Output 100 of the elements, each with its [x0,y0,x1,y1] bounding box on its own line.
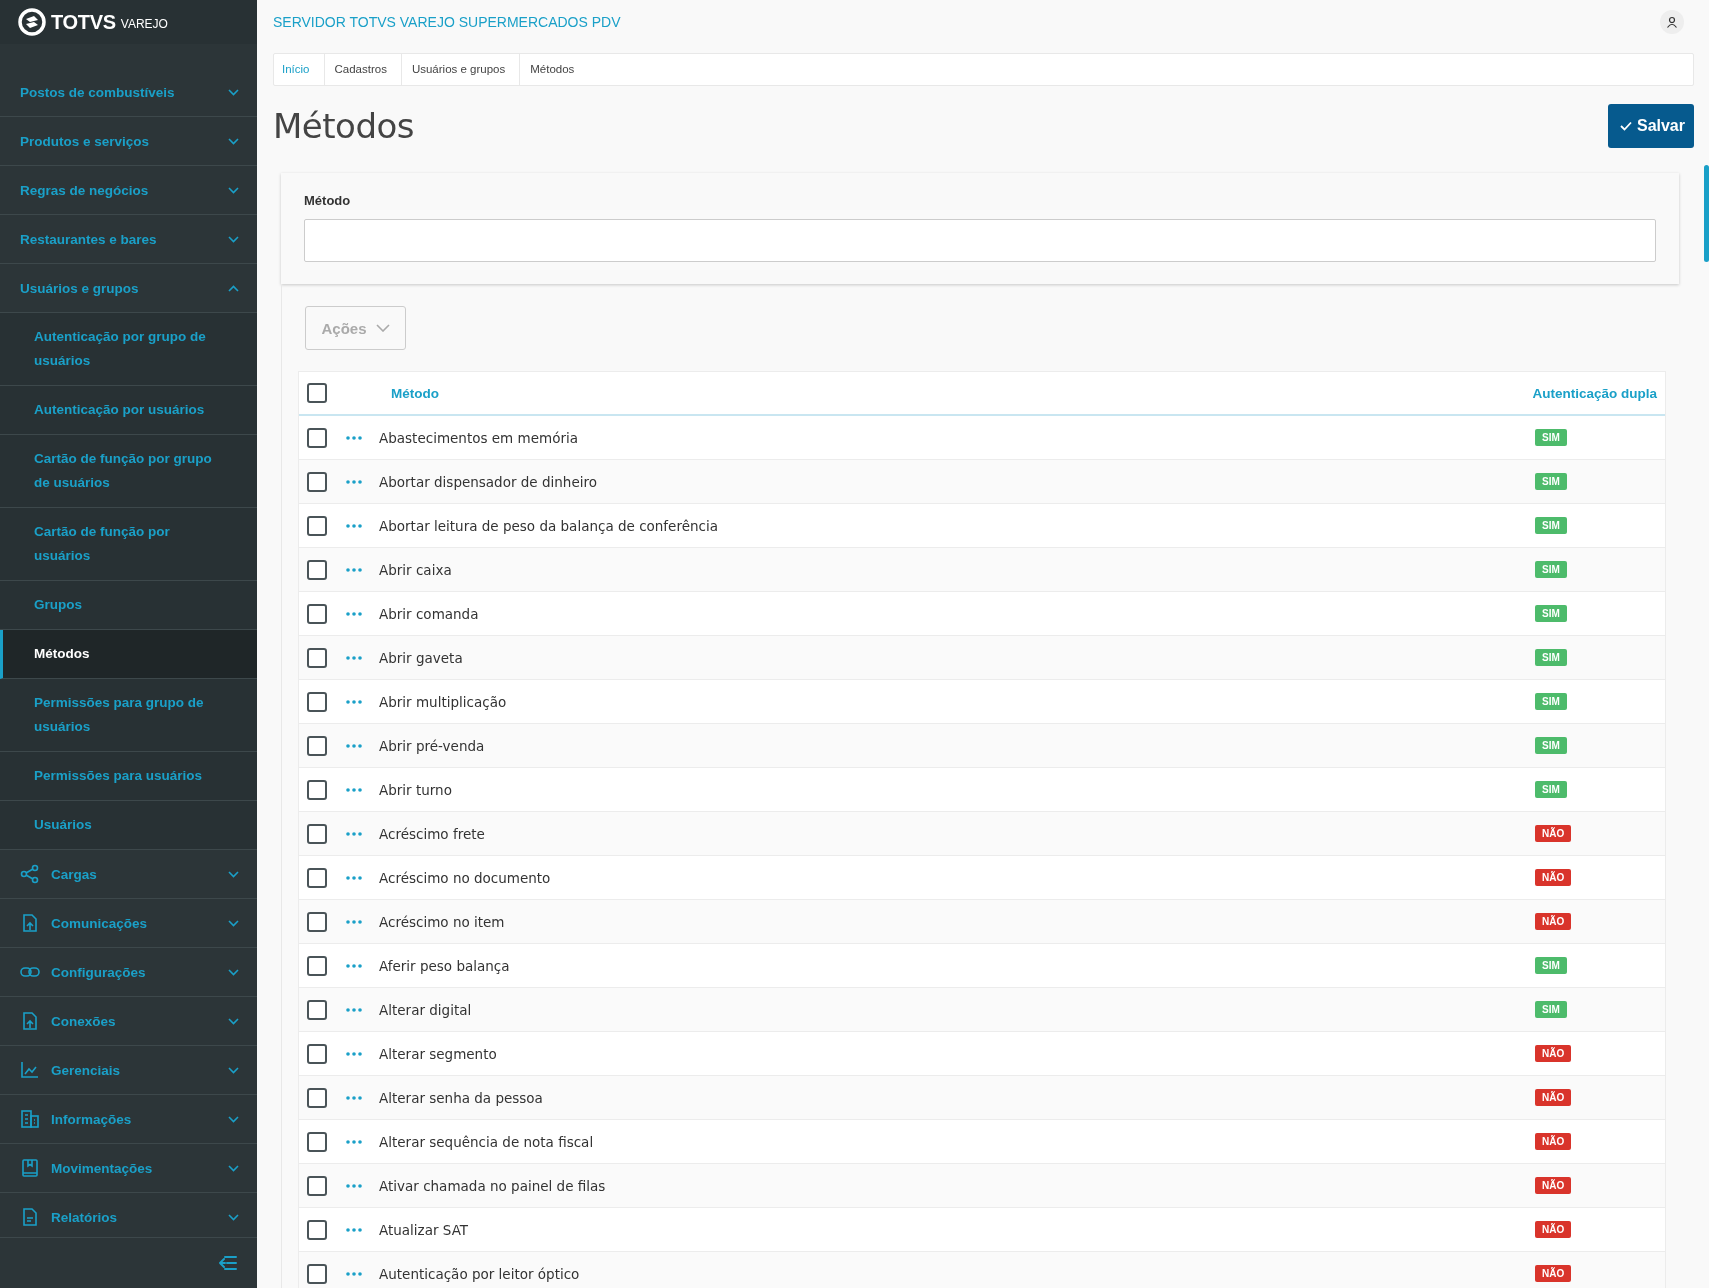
chevron-down-icon [375,324,390,332]
submenu-item[interactable]: Grupos [0,581,257,630]
checkbox[interactable] [307,471,327,492]
menu-item[interactable]: Movimentações [0,1144,257,1193]
menu-item-label: Regras de negócios [20,182,150,198]
more-options-icon[interactable] [346,1183,362,1188]
more-options-icon[interactable] [346,1007,362,1012]
menu-item[interactable]: Comunicações [0,899,257,948]
menu-item[interactable]: Produtos e serviços [0,117,257,166]
checkbox[interactable] [307,955,327,976]
table-cell-text: Acréscimo no documento [379,869,552,886]
status-badge: SIM [1535,1001,1567,1018]
status-badge: SIM [1535,605,1567,622]
chevron-down-icon [228,186,239,194]
menu-item[interactable]: Gerenciais [0,1046,257,1095]
more-options-icon[interactable] [346,963,362,968]
building-icon [20,1109,40,1129]
more-options-icon[interactable] [346,1227,362,1232]
menu-item[interactable]: Postos de combustíveis [0,68,257,117]
chevron-down-icon [228,968,239,976]
checkbox[interactable] [307,1175,327,1196]
submenu-item[interactable]: Autenticação por grupo de usuários [0,313,257,386]
more-options-icon[interactable] [346,831,362,836]
status-badge: NÃO [1535,1133,1572,1150]
more-options-icon[interactable] [346,875,362,880]
chevron-down-icon [228,137,239,145]
more-options-icon[interactable] [346,479,362,484]
more-options-icon[interactable] [346,435,362,440]
more-options-icon[interactable] [346,787,362,792]
more-options-icon[interactable] [346,919,362,924]
document-icon [20,1207,40,1227]
checkbox[interactable] [307,427,327,448]
checkbox[interactable] [307,1263,327,1284]
table-cell-text: Acréscimo no item [379,913,506,930]
chevron-up-icon [228,284,239,292]
table-cell-text: Atualizar SAT [379,1221,470,1238]
table-cell-text: Ativar chamada no painel de filas [379,1177,607,1194]
submenu-item[interactable]: Permissões para usuários [0,752,257,801]
checkbox[interactable] [307,515,327,536]
checkbox[interactable] [307,383,327,403]
more-options-icon[interactable] [346,523,362,528]
chevron-down-icon [228,1213,239,1221]
checkbox[interactable] [307,779,327,800]
more-options-icon[interactable] [346,611,362,616]
submenu-item[interactable]: Métodos [0,630,257,679]
checkbox[interactable] [307,999,327,1020]
submenu-item[interactable]: Cartão de função por grupo de usuários [0,435,257,508]
checkbox[interactable] [307,559,327,580]
status-badge: SIM [1535,781,1567,798]
menu-item[interactable]: Informações [0,1095,257,1144]
checkbox[interactable] [307,911,327,932]
menu-item[interactable]: Conexões [0,997,257,1046]
menu-item[interactable]: Cargas [0,850,257,899]
table-cell-text: Abrir turno [379,781,453,798]
input-field[interactable] [304,219,1656,262]
checkbox[interactable] [307,647,327,668]
more-options-icon[interactable] [346,1095,362,1100]
checkbox[interactable] [307,867,327,888]
status-badge: NÃO [1535,1221,1572,1238]
more-options-icon[interactable] [346,1139,362,1144]
menu-item[interactable]: Restaurantes e bares [0,215,257,264]
more-options-icon[interactable] [346,655,362,660]
checkbox[interactable] [307,1043,327,1064]
table-cell-text: Alterar senha da pessoa [379,1089,544,1106]
collapse-menu-icon[interactable] [219,1256,237,1270]
column-header[interactable]: Método [391,385,1533,401]
checkbox[interactable] [307,1219,327,1240]
status-badge: NÃO [1535,913,1572,930]
more-options-icon[interactable] [346,699,362,704]
menu-item[interactable]: Regras de negócios [0,166,257,215]
status-badge: SIM [1535,517,1567,534]
share-icon [20,864,40,884]
breadcrumb-link[interactable]: Métodos [520,54,589,85]
brand-name: TOTVS [51,10,116,34]
submenu-item[interactable]: Cartão de função por usuários [0,508,257,581]
save-button[interactable]: Salvar [1607,104,1694,148]
checkbox[interactable] [307,735,327,756]
menu-item[interactable]: Configurações [0,948,257,997]
breadcrumb-link[interactable]: Usuários e grupos [401,54,521,85]
user-avatar-icon[interactable] [1660,10,1684,34]
actions-dropdown[interactable]: Ações [305,306,406,350]
checkbox[interactable] [307,1087,327,1108]
checkbox[interactable] [307,691,327,712]
scrollbar[interactable] [1704,165,1709,262]
checkbox[interactable] [307,1131,327,1152]
submenu-item[interactable]: Usuários [0,801,257,850]
breadcrumb-link[interactable]: Cadastros [324,54,402,85]
more-options-icon[interactable] [346,1051,362,1056]
checkbox[interactable] [307,823,327,844]
menu-item[interactable]: Relatórios [0,1193,257,1237]
checkbox[interactable] [307,603,327,624]
more-options-icon[interactable] [346,743,362,748]
more-options-icon[interactable] [346,567,362,572]
table-cell-text: Alterar segmento [379,1045,498,1062]
submenu-item[interactable]: Permissões para grupo de usuários [0,679,257,752]
more-options-icon[interactable] [346,1271,362,1276]
chevron-down-icon [228,88,239,96]
submenu-item[interactable]: Autenticação por usuários [0,386,257,435]
breadcrumb-link[interactable]: Início [282,54,325,85]
column-header[interactable]: Autenticação dupla [1532,385,1657,401]
